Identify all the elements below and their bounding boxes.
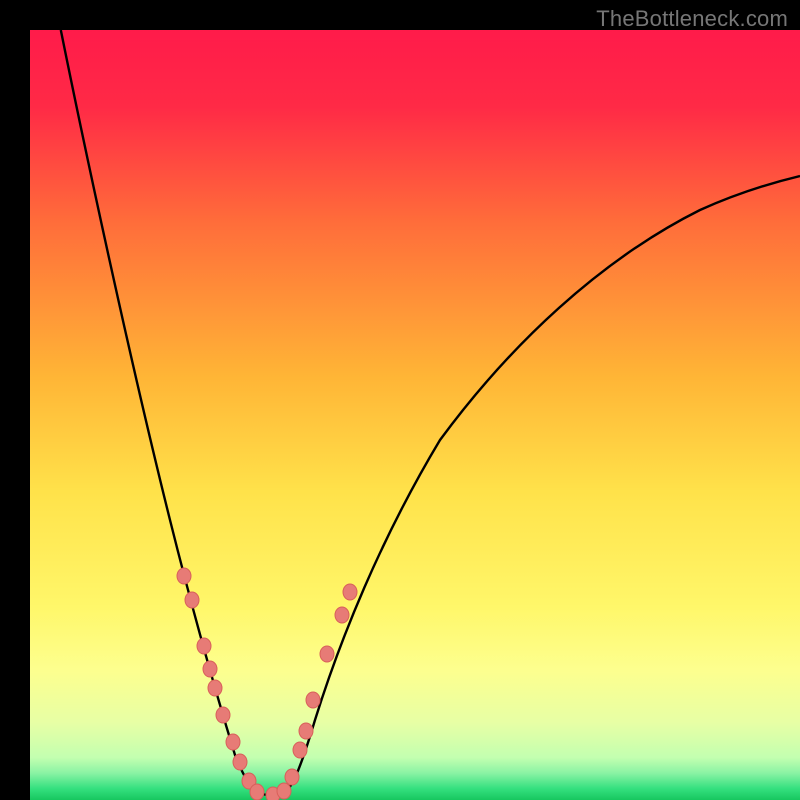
marker-dot [233,754,247,770]
marker-dot [250,784,264,800]
marker-dot [203,661,217,677]
marker-dot [185,592,199,608]
figure-root: TheBottleneck.com [0,0,800,800]
marker-dot [320,646,334,662]
watermark-text: TheBottleneck.com [596,6,788,32]
marker-dot [277,783,291,799]
marker-dot [208,680,222,696]
marker-dot [216,707,230,723]
marker-dot [226,734,240,750]
marker-dot [299,723,313,739]
marker-dot [343,584,357,600]
marker-dot [177,568,191,584]
marker-dot [335,607,349,623]
marker-dot [197,638,211,654]
marker-dot [285,769,299,785]
bottleneck-chart [0,0,800,800]
marker-dot [293,742,307,758]
marker-dot [306,692,320,708]
